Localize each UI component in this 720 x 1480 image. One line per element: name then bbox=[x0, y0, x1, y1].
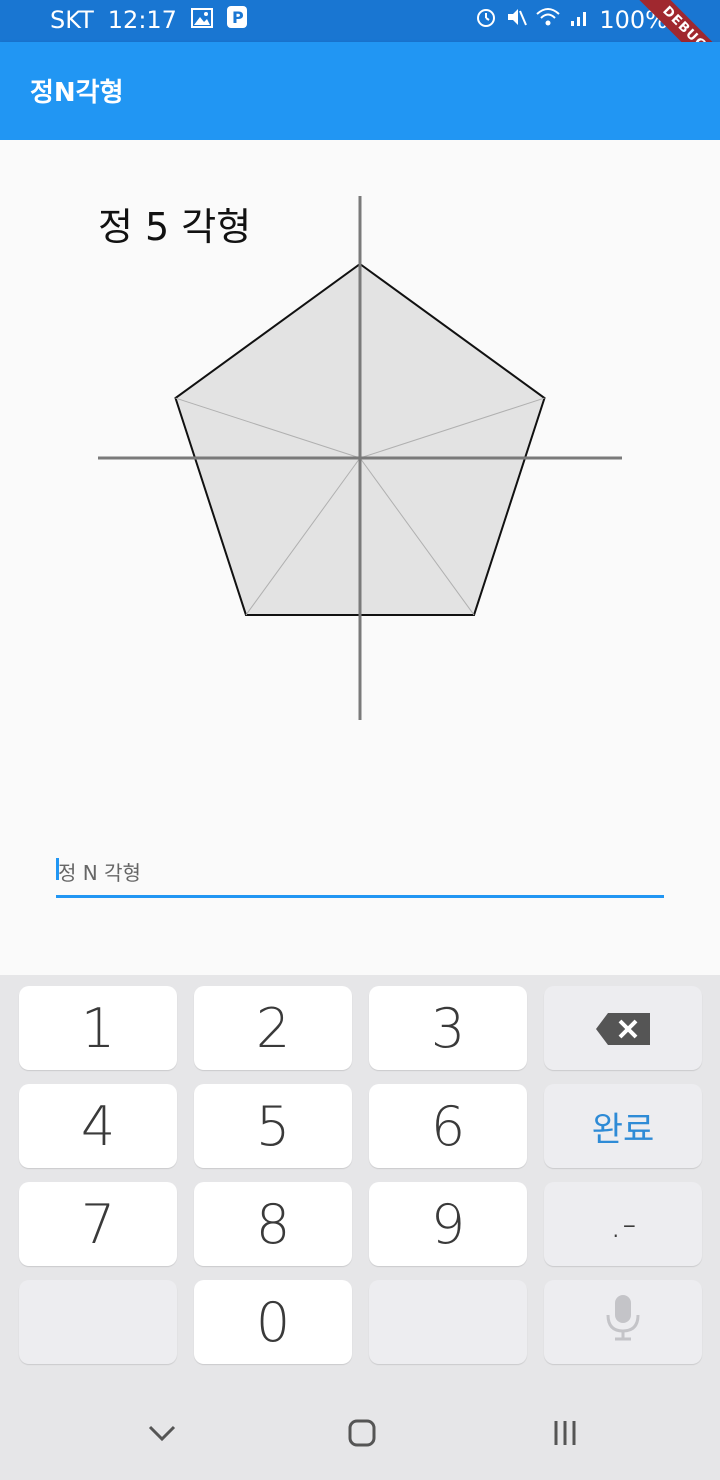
key-8[interactable]: 8 bbox=[194, 1182, 352, 1266]
clock: 12:17 bbox=[107, 6, 177, 34]
key-4[interactable]: 4 bbox=[19, 1084, 177, 1168]
navigation-bar bbox=[0, 1375, 720, 1480]
status-bar: SKT 12:17 P 100% bbox=[0, 0, 720, 42]
parking-icon: P bbox=[226, 6, 247, 34]
backspace-icon bbox=[594, 997, 652, 1060]
numeric-keyboard: 1 2 3 4 5 6 완료 7 8 9 .- 0 bbox=[0, 975, 720, 1480]
gallery-icon bbox=[190, 6, 213, 34]
status-left: SKT 12:17 P bbox=[50, 6, 247, 34]
recent-apps-button[interactable] bbox=[545, 1415, 585, 1455]
n-input[interactable] bbox=[56, 850, 664, 898]
svg-text:P: P bbox=[232, 8, 244, 27]
text-caret bbox=[56, 858, 59, 880]
n-input-wrap[interactable] bbox=[56, 850, 664, 904]
signal-icon bbox=[569, 6, 591, 34]
key-7[interactable]: 7 bbox=[19, 1182, 177, 1266]
back-button[interactable] bbox=[142, 1415, 182, 1455]
chevron-down-icon bbox=[147, 1423, 177, 1447]
punctuation-key[interactable]: .- bbox=[544, 1182, 702, 1266]
key-3[interactable]: 3 bbox=[369, 986, 527, 1070]
blank-key-right bbox=[369, 1280, 527, 1364]
key-1[interactable]: 1 bbox=[19, 986, 177, 1070]
key-2[interactable]: 2 bbox=[194, 986, 352, 1070]
microphone-icon bbox=[603, 1291, 643, 1354]
carrier-label: SKT bbox=[50, 6, 94, 34]
home-icon bbox=[347, 1418, 377, 1452]
page-title: 정N각형 bbox=[30, 78, 124, 108]
done-key[interactable]: 완료 bbox=[544, 1084, 702, 1168]
polygon-title: 정 5 각형 bbox=[98, 205, 252, 249]
key-9[interactable]: 9 bbox=[369, 1182, 527, 1266]
key-0[interactable]: 0 bbox=[194, 1280, 352, 1364]
key-5[interactable]: 5 bbox=[194, 1084, 352, 1168]
main-content: 정 5 각형 bbox=[0, 140, 720, 975]
key-6[interactable]: 6 bbox=[369, 1084, 527, 1168]
app-bar: 정N각형 bbox=[0, 42, 720, 140]
mute-icon bbox=[505, 6, 528, 34]
recent-apps-icon bbox=[550, 1418, 580, 1452]
voice-input-key[interactable] bbox=[544, 1280, 702, 1364]
home-button[interactable] bbox=[342, 1415, 382, 1455]
backspace-key[interactable] bbox=[544, 986, 702, 1070]
blank-key-left bbox=[19, 1280, 177, 1364]
wifi-icon bbox=[535, 6, 561, 34]
polygon-canvas bbox=[98, 196, 622, 720]
alarm-icon bbox=[475, 6, 497, 34]
